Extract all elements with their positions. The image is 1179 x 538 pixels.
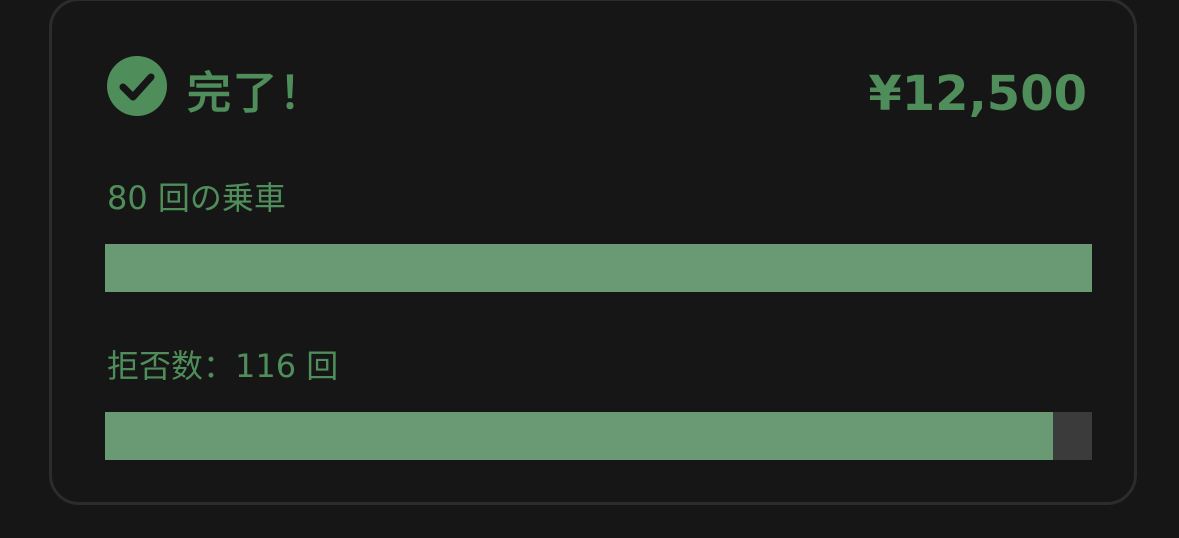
summary-card: 完了！ ¥12,500 80 回の乗車 拒否数：116 回: [49, 0, 1137, 505]
check-circle-icon: [107, 56, 167, 116]
earnings-amount: ¥12,500: [868, 66, 1087, 122]
rides-progress-fill: [105, 244, 1092, 292]
card-header: 完了！ ¥12,500: [107, 56, 1087, 136]
rejects-progress-bar: [105, 412, 1092, 460]
rejects-progress-fill: [105, 412, 1053, 460]
status-label: 完了！: [187, 68, 325, 119]
rides-count-label: 80 回の乗車: [107, 179, 286, 217]
rejects-count-label: 拒否数：116 回: [107, 347, 339, 385]
rides-progress-bar: [105, 244, 1092, 292]
